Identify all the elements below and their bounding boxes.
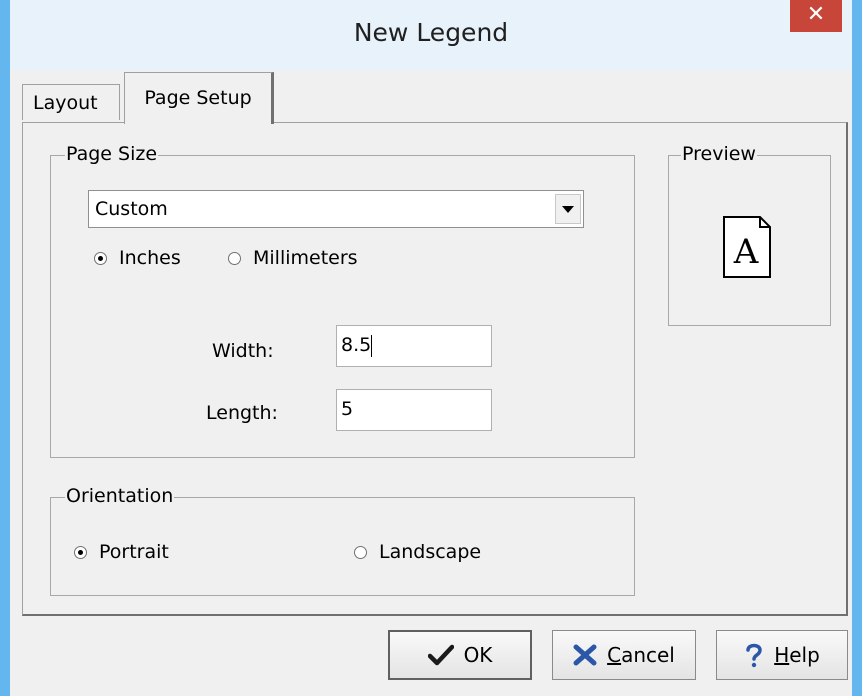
radio-millimeters-indicator[interactable] [228,251,241,265]
tab-page-setup[interactable]: Page Setup [124,72,274,124]
page-letter-icon: A [723,216,771,278]
help-button[interactable]: Help [716,630,848,680]
tab-page-setup-label: Page Setup [144,87,252,109]
help-label-rest: elp [789,643,820,667]
length-input-value: 5 [341,398,354,420]
width-input-value: 8.5 [341,334,372,356]
checkmark-icon [427,644,454,666]
help-accelerator: H [774,643,790,667]
radio-landscape-label: Landscape [379,541,482,563]
radio-millimeters[interactable]: Millimeters [228,247,358,269]
tab-layout-label: Layout [33,91,98,114]
preview-group-label: Preview [681,143,757,165]
close-icon: ✕ [806,2,826,27]
dropdown-button[interactable] [555,194,581,224]
tab-layout[interactable]: Layout [22,84,120,120]
radio-portrait-indicator[interactable] [74,545,87,559]
close-button[interactable]: ✕ [790,0,842,32]
text-caret [371,334,373,357]
width-label: Width: [212,340,274,362]
cancel-button-label: Cancel [607,643,675,667]
cancel-label-rest: ancel [621,643,675,667]
chevron-down-icon [562,205,574,213]
x-icon [573,644,597,666]
radio-landscape-indicator[interactable] [354,545,367,559]
page-size-dropdown[interactable]: Custom [88,190,584,228]
length-label: Length: [206,402,278,424]
page-size-group-label: Page Size [65,143,159,165]
orientation-group-label: Orientation [65,485,175,507]
ok-button[interactable]: OK [388,630,532,680]
help-button-label: Help [774,643,820,667]
cancel-accelerator: C [607,643,622,667]
radio-millimeters-label: Millimeters [253,247,358,269]
cancel-button[interactable]: Cancel [552,630,696,680]
dialog-window: New Legend ✕ Layout Page Setup Page Size… [0,0,862,696]
ok-button-label: OK [463,643,493,667]
window-title: New Legend [353,18,509,47]
radio-inches-label: Inches [119,247,181,269]
title-bar[interactable]: New Legend ✕ [0,0,862,70]
radio-portrait[interactable]: Portrait [74,541,169,563]
question-icon [746,643,762,668]
length-input[interactable]: 5 [336,389,492,431]
radio-landscape[interactable]: Landscape [354,541,481,563]
radio-inches-indicator[interactable] [94,251,107,265]
page-size-selected-value: Custom [95,198,168,220]
radio-inches[interactable]: Inches [94,247,181,269]
window-frame-right [852,70,862,696]
radio-portrait-label: Portrait [99,541,169,563]
page-letter-glyph: A [733,232,759,272]
width-input[interactable]: 8.5 [336,325,492,367]
window-frame-left [0,70,10,696]
